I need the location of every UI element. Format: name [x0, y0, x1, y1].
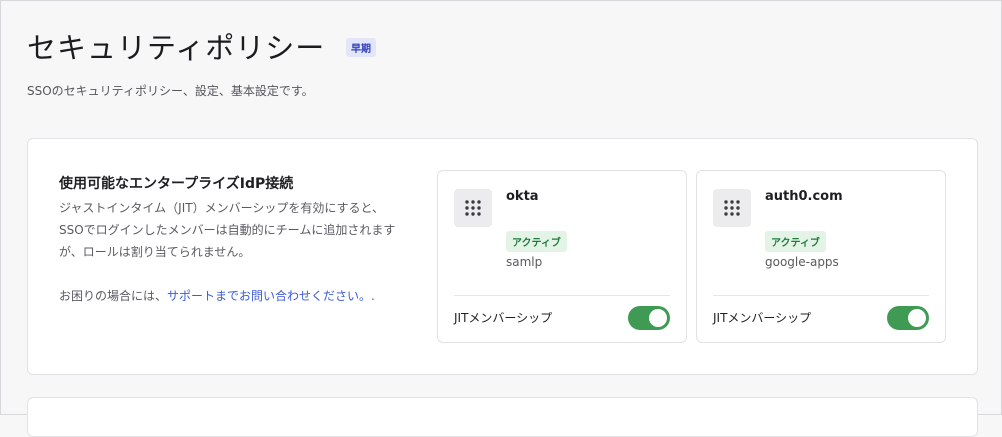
page-description: SSOのセキュリティポリシー、設定、基本設定です。 [27, 84, 314, 98]
contact-support-link[interactable]: サポートまでお問い合わせください。 [167, 289, 371, 303]
divider [454, 295, 670, 296]
jit-membership-toggle[interactable] [887, 306, 929, 330]
connection-card-auth0: auth0.com アクティブ google-apps JITメンバーシップ [696, 170, 946, 343]
toggle-knob [908, 309, 926, 327]
divider [713, 295, 929, 296]
section-description: ジャストインタイム（JIT）メンバーシップを有効にすると、SSOでログインしたメ… [59, 201, 396, 259]
help-prefix: お困りの場合には、 [59, 289, 168, 303]
jit-membership-label: JITメンバーシップ [454, 311, 553, 325]
jit-membership-label: JITメンバーシップ [713, 311, 812, 325]
connection-name: auth0.com [765, 189, 843, 204]
early-access-badge: 早期 [346, 38, 376, 57]
help-suffix: . [371, 289, 375, 303]
status-badge: アクティブ [765, 231, 826, 252]
enterprise-idp-card: 使用可能なエンタープライズIdP接続 ジャストインタイム（JIT）メンバーシップ… [27, 138, 978, 375]
grip-dots-icon[interactable] [454, 189, 492, 227]
connection-card-okta: okta アクティブ samlp JITメンバーシップ [437, 170, 687, 343]
toggle-knob [649, 309, 667, 327]
connection-name: okta [506, 189, 539, 204]
section-title: 使用可能なエンタープライズIdP接続 [59, 176, 294, 192]
help-text: お困りの場合には、サポートまでお問い合わせください。. [59, 285, 404, 308]
jit-membership-toggle[interactable] [628, 306, 670, 330]
page-title: セキュリティポリシー [27, 31, 326, 65]
page: セキュリティポリシー 早期 SSOのセキュリティポリシー、設定、基本設定です。 … [0, 0, 1002, 437]
status-badge: アクティブ [506, 231, 567, 252]
next-settings-card [27, 397, 978, 437]
grip-dots-icon[interactable] [713, 189, 751, 227]
connection-strategy: google-apps [765, 255, 839, 269]
connection-strategy: samlp [506, 255, 543, 269]
